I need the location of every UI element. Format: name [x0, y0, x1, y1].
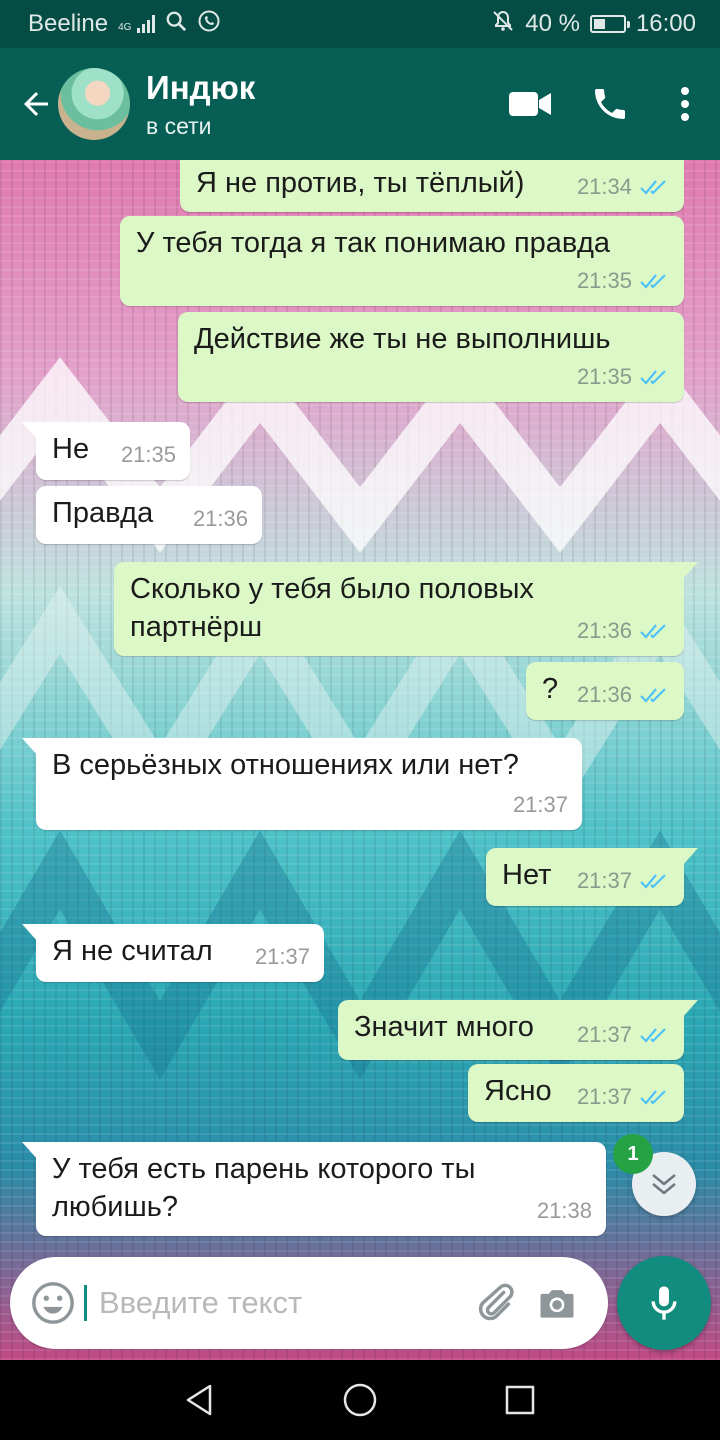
status-bar: Beeline 4G 40 % 16:00	[0, 0, 720, 48]
mute-notifications-icon	[491, 9, 515, 40]
video-call-button[interactable]	[490, 64, 570, 144]
attach-button[interactable]	[464, 1272, 526, 1334]
clock: 16:00	[635, 10, 696, 37]
battery-percent: 40 %	[525, 10, 580, 37]
nav-recents-icon	[505, 1385, 535, 1415]
battery-icon	[589, 15, 630, 33]
message-bubble[interactable]: ? 21:36	[526, 662, 684, 720]
message-bubble[interactable]: Я не считал 21:37	[22, 924, 324, 982]
signal-icon	[137, 15, 156, 33]
nav-back-button[interactable]	[160, 1360, 240, 1440]
message-bubble[interactable]: Сколько у тебя было половых партнёрш 21:…	[114, 562, 698, 656]
contact-info[interactable]: Индюк в сети	[146, 69, 255, 140]
message-bubble[interactable]: Не 21:35	[22, 422, 190, 480]
message-bubble[interactable]: Значит много 21:37	[338, 1000, 698, 1060]
network-type: 4G	[118, 21, 132, 33]
video-call-icon	[509, 92, 551, 116]
contact-status: в сети	[146, 112, 212, 139]
whatsapp-status-icon	[197, 9, 221, 40]
nav-home-button[interactable]	[320, 1360, 400, 1440]
back-button[interactable]	[6, 48, 66, 160]
emoji-button[interactable]	[22, 1272, 84, 1334]
read-receipt-icon	[640, 274, 666, 289]
nav-back-icon	[186, 1384, 212, 1416]
more-vert-icon	[681, 87, 689, 121]
read-receipt-icon	[640, 624, 666, 639]
read-receipt-icon	[640, 1028, 666, 1043]
avatar[interactable]	[58, 68, 130, 140]
message-time: 21:37	[576, 1084, 632, 1109]
message-bubble[interactable]: В серьёзных отношениях или нет? 21:37	[22, 738, 582, 830]
camera-button[interactable]	[526, 1272, 588, 1334]
message-time: 21:38	[536, 1198, 592, 1223]
phone-icon	[595, 89, 625, 119]
message-bubble[interactable]: Правда 21:36	[36, 486, 262, 544]
read-receipt-icon	[640, 1090, 666, 1105]
chat-area[interactable]: Я не против, ты тёплый) 21:34 У тебя тог…	[0, 160, 720, 1360]
message-time: 21:35	[576, 364, 632, 389]
message-input[interactable]	[84, 1285, 464, 1321]
camera-icon	[540, 1290, 574, 1318]
message-time: 21:37	[576, 1022, 632, 1047]
message-composer	[10, 1257, 608, 1349]
message-bubble[interactable]: У тебя есть парень которого ты любишь? 2…	[22, 1142, 606, 1236]
message-text: У тебя есть парень которого ты любишь?	[52, 1153, 476, 1223]
microphone-icon	[651, 1286, 677, 1320]
voice-call-button[interactable]	[570, 64, 650, 144]
message-time: 21:34	[576, 174, 632, 199]
double-chevron-down-icon	[652, 1173, 676, 1195]
message-bubble[interactable]: Я не против, ты тёплый) 21:34	[180, 160, 684, 212]
message-time: 21:36	[576, 618, 632, 643]
nav-recents-button[interactable]	[480, 1360, 560, 1440]
message-text: У тебя тогда я так понимаю правда	[136, 227, 611, 259]
message-time: 21:35	[576, 268, 632, 293]
message-text: В серьёзных отношениях или нет?	[52, 749, 519, 781]
voice-message-button[interactable]	[617, 1256, 711, 1350]
search-status-icon	[165, 10, 187, 39]
read-receipt-icon	[640, 874, 666, 889]
message-time: 21:36	[576, 682, 632, 707]
system-navigation-bar	[0, 1360, 720, 1440]
message-bubble[interactable]: У тебя тогда я так понимаю правда 21:35	[120, 216, 684, 306]
message-bubble[interactable]: Действие же ты не выполнишь 21:35	[178, 312, 684, 402]
message-text: Действие же ты не выполнишь	[194, 323, 611, 355]
back-arrow-icon	[24, 92, 48, 116]
emoji-icon	[32, 1282, 74, 1324]
read-receipt-icon	[640, 180, 666, 195]
message-time: 21:37	[576, 868, 632, 893]
more-options-button[interactable]	[650, 64, 720, 144]
message-bubble[interactable]: Ясно 21:37	[468, 1064, 684, 1122]
paperclip-icon	[478, 1283, 514, 1321]
read-receipt-icon	[640, 370, 666, 385]
unread-count-badge: 1	[613, 1134, 653, 1174]
message-bubble[interactable]: Нет 21:37	[486, 848, 698, 906]
message-time: 21:35	[120, 442, 176, 467]
message-time: 21:36	[192, 506, 248, 531]
chat-header: Индюк в сети	[0, 48, 720, 160]
message-time: 21:37	[254, 944, 310, 969]
read-receipt-icon	[640, 688, 666, 703]
nav-home-icon	[343, 1383, 377, 1417]
message-time: 21:37	[512, 792, 568, 817]
contact-name: Индюк	[146, 68, 256, 106]
carrier-label: Beeline	[28, 10, 109, 37]
